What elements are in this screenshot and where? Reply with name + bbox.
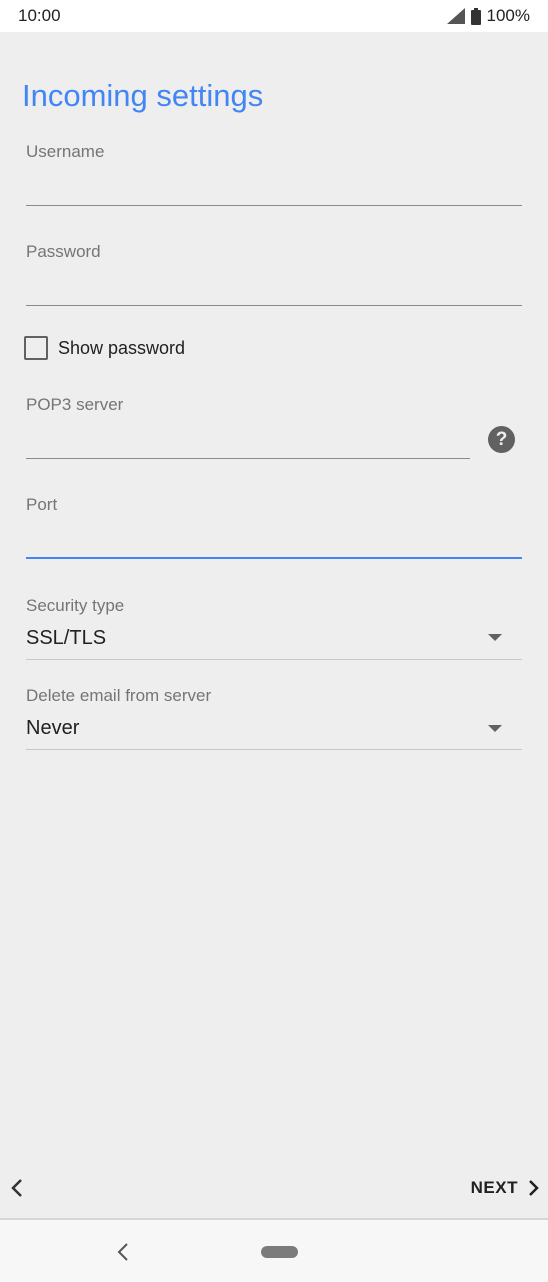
page-title: Incoming settings xyxy=(22,78,264,113)
pop3-server-label: POP3 server xyxy=(26,395,124,414)
show-password-row[interactable]: Show password xyxy=(24,336,185,360)
security-type-label: Security type xyxy=(26,596,125,615)
port-label: Port xyxy=(26,495,58,514)
username-field[interactable] xyxy=(26,168,522,202)
security-type-select[interactable]: SSL/TLS xyxy=(26,627,106,650)
next-button[interactable]: NEXT xyxy=(471,1174,540,1202)
help-icon[interactable]: ? xyxy=(488,426,515,453)
battery-icon xyxy=(470,7,481,25)
password-field[interactable] xyxy=(26,268,522,302)
nav-back-icon[interactable] xyxy=(114,1240,132,1264)
security-type-underline xyxy=(26,659,522,660)
delete-email-underline xyxy=(26,749,522,750)
signal-icon xyxy=(446,8,465,24)
delete-email-select[interactable]: Never xyxy=(26,717,79,740)
next-label: NEXT xyxy=(470,1178,518,1197)
chevron-right-icon xyxy=(529,1180,539,1196)
battery-percent: 100% xyxy=(486,6,530,25)
status-icons: 100% xyxy=(446,6,530,26)
show-password-checkbox[interactable] xyxy=(24,336,48,360)
password-underline xyxy=(26,305,522,306)
status-time: 10:00 xyxy=(18,6,61,25)
security-type-dropdown-icon[interactable] xyxy=(488,634,502,641)
nav-home-pill[interactable] xyxy=(261,1246,298,1258)
pop3-server-field[interactable] xyxy=(26,421,470,455)
previous-chevron-icon[interactable] xyxy=(8,1174,26,1202)
bottom-actions: NEXT xyxy=(0,1168,548,1208)
delete-email-dropdown-icon[interactable] xyxy=(488,725,502,732)
username-underline xyxy=(26,205,522,206)
status-bar: 10:00 100% xyxy=(0,0,548,32)
delete-email-label: Delete email from server xyxy=(26,686,212,705)
pop3-server-underline xyxy=(26,458,470,459)
username-label: Username xyxy=(26,142,105,161)
port-underline xyxy=(26,557,522,559)
system-nav-bar xyxy=(0,1220,548,1282)
show-password-label: Show password xyxy=(58,337,186,358)
password-label: Password xyxy=(26,242,101,261)
port-field[interactable] xyxy=(26,521,522,555)
